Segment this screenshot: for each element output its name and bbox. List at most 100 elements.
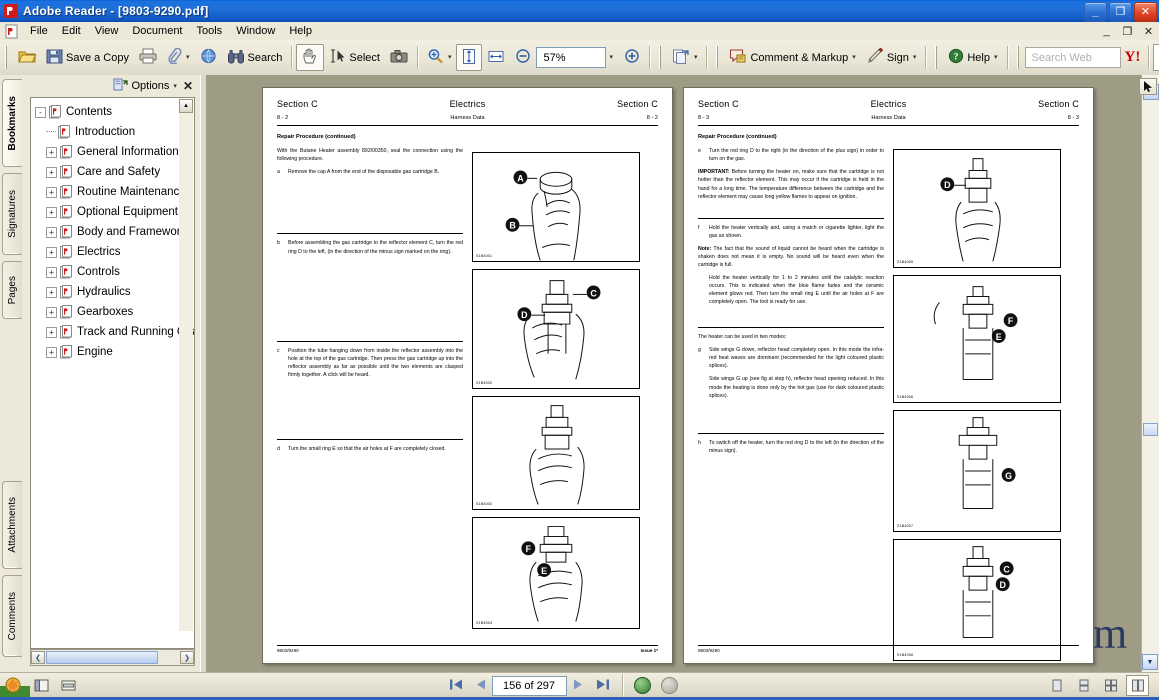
search-button[interactable]: Search: [222, 44, 288, 71]
mdi-close-button[interactable]: ✕: [1142, 25, 1155, 38]
toolbar-grip-5[interactable]: [1014, 46, 1022, 69]
next-page-button[interactable]: [567, 678, 590, 694]
bookmarks-hscroll-right-button[interactable]: ❯: [180, 651, 194, 664]
window-maximize-button[interactable]: ❐: [1109, 2, 1132, 22]
help-caret-icon[interactable]: ▾: [994, 54, 998, 61]
window-minimize-button[interactable]: _: [1084, 2, 1107, 22]
open-button[interactable]: [13, 44, 41, 71]
pages-tool-caret-icon[interactable]: ▾: [694, 54, 698, 61]
fit-page-button[interactable]: [456, 44, 483, 71]
nav-tab-signatures[interactable]: Signatures: [2, 173, 22, 255]
expand-icon[interactable]: +: [46, 246, 57, 258]
bookmarks-close-button[interactable]: ✕: [181, 79, 195, 93]
previous-view-button[interactable]: [633, 677, 651, 694]
new-bookmark-icon[interactable]: [113, 78, 128, 95]
bookmarks-vertical-scrollbar[interactable]: ▲: [179, 99, 193, 631]
mdi-minimize-button[interactable]: _: [1100, 25, 1113, 37]
comment-caret-icon[interactable]: ▾: [852, 54, 856, 61]
pages-tool-button[interactable]: ▾: [667, 44, 703, 71]
expand-icon[interactable]: +: [46, 306, 57, 318]
bookmarks-options-button[interactable]: Options ▾: [132, 80, 177, 92]
window-close-button[interactable]: ✕: [1134, 2, 1157, 22]
bookmark-item-optional-equipment[interactable]: + Optional Equipment: [31, 202, 194, 222]
menu-item-view[interactable]: View: [88, 24, 126, 38]
document-vertical-scrollbar[interactable]: ▲ ▼: [1141, 75, 1159, 672]
bookmark-item-controls[interactable]: + Controls: [31, 262, 194, 282]
toolbar-grip-3[interactable]: [714, 46, 722, 69]
fit-width-button[interactable]: [482, 44, 510, 71]
view-facing-button[interactable]: [1126, 675, 1149, 696]
snapshot-tool-button[interactable]: [385, 44, 413, 71]
document-view[interactable]: Section C Electrics Section C 8 - 2 Harn…: [206, 75, 1142, 672]
menu-item-window[interactable]: Window: [229, 24, 282, 38]
doc-scroll-down-button[interactable]: ▼: [1142, 654, 1158, 670]
nav-tab-bookmarks[interactable]: Bookmarks: [2, 79, 22, 167]
expand-icon[interactable]: +: [46, 326, 57, 338]
tray-app-icon[interactable]: [4, 676, 22, 694]
bookmarks-scroll-up-button[interactable]: ▲: [179, 99, 193, 113]
sign-caret-icon[interactable]: ▾: [913, 54, 917, 61]
nav-tab-pages[interactable]: Pages: [2, 261, 22, 319]
search-web-input[interactable]: Search Web: [1024, 47, 1121, 68]
create-adobe-pdf-banner[interactable]: Create Adobe PDF online for free!: [1153, 44, 1159, 71]
zoom-tool-caret-icon[interactable]: ▾: [448, 54, 452, 61]
expand-icon[interactable]: +: [46, 166, 57, 178]
bookmark-item-gearboxes[interactable]: + Gearboxes: [31, 302, 194, 322]
help-button[interactable]: ? Help ▾: [943, 44, 1002, 71]
nav-tab-comments[interactable]: Comments: [2, 575, 22, 657]
bookmark-item-track-and-running-gear[interactable]: + Track and Running Gear: [31, 322, 194, 342]
save-a-copy-button[interactable]: Save a Copy: [41, 44, 134, 71]
hand-tool-button[interactable]: [296, 44, 325, 71]
view-continuous-button[interactable]: [1072, 675, 1095, 696]
menu-item-help[interactable]: Help: [282, 24, 319, 38]
doc-scroll-thumb[interactable]: [1143, 423, 1158, 436]
menu-item-document[interactable]: Document: [125, 24, 189, 38]
expand-icon[interactable]: +: [46, 346, 57, 358]
bookmark-item-engine[interactable]: + Engine: [31, 342, 194, 362]
first-page-button[interactable]: [443, 678, 469, 694]
sign-button[interactable]: Sign ▾: [861, 44, 922, 71]
view-single-page-button[interactable]: [1045, 675, 1068, 696]
bookmark-item-general-information[interactable]: + General Information: [31, 142, 194, 162]
email-button[interactable]: [195, 44, 222, 71]
show-hide-navigation-button[interactable]: [30, 675, 53, 696]
bookmark-item-contents[interactable]: - Contents: [31, 102, 194, 122]
menu-item-tools[interactable]: Tools: [190, 24, 230, 38]
mdi-restore-button[interactable]: ❐: [1121, 25, 1134, 38]
nav-tab-attachments[interactable]: Attachments: [2, 481, 22, 569]
expand-icon[interactable]: +: [46, 226, 57, 238]
attach-caret-icon[interactable]: ▾: [186, 54, 190, 61]
toolbar-grip-4[interactable]: [933, 46, 941, 69]
bookmarks-horizontal-scrollbar[interactable]: ❮ ❯: [30, 649, 195, 666]
attach-file-button[interactable]: ▾: [162, 44, 195, 71]
next-view-button[interactable]: [660, 677, 678, 694]
menu-item-file[interactable]: File: [23, 24, 55, 38]
zoom-out-button[interactable]: [510, 44, 536, 71]
bookmark-item-hydraulics[interactable]: + Hydraulics: [31, 282, 194, 302]
toggle-toolbar-button[interactable]: [57, 675, 80, 696]
page-number-input[interactable]: 156 of 297: [491, 675, 567, 696]
select-tool-button[interactable]: Select: [324, 44, 385, 71]
zoom-level-input[interactable]: 57%: [536, 47, 607, 68]
zoom-tool-button[interactable]: ▾: [422, 44, 457, 71]
collapse-icon[interactable]: -: [35, 106, 46, 118]
bookmarks-hscroll-left-button[interactable]: ❮: [31, 651, 45, 664]
expand-icon[interactable]: +: [46, 186, 57, 198]
toolbar-grip-2[interactable]: [656, 46, 664, 69]
expand-icon[interactable]: +: [46, 206, 57, 218]
bookmarks-tree[interactable]: ▲ - Contents Introduction + General Informat…: [30, 97, 195, 649]
yahoo-logo-icon[interactable]: Y!: [1125, 49, 1141, 66]
previous-page-button[interactable]: [469, 678, 492, 694]
bookmark-item-routine-maintenance[interactable]: + Routine Maintenance: [31, 182, 194, 202]
bookmark-item-body-and-framework[interactable]: + Body and Framework: [31, 222, 194, 242]
bookmark-item-introduction[interactable]: Introduction: [31, 122, 194, 142]
toolbar-grip[interactable]: [3, 46, 10, 69]
bookmarks-hscroll-thumb[interactable]: [46, 651, 158, 664]
zoom-level-caret-icon[interactable]: ▾: [609, 54, 613, 61]
expand-icon[interactable]: +: [46, 146, 57, 158]
zoom-in-button[interactable]: [619, 44, 645, 71]
last-page-button[interactable]: [590, 678, 616, 694]
bookmark-item-care-and-safety[interactable]: + Care and Safety: [31, 162, 194, 182]
comment-and-markup-button[interactable]: Comment & Markup ▾: [724, 44, 860, 71]
expand-icon[interactable]: +: [46, 266, 57, 278]
